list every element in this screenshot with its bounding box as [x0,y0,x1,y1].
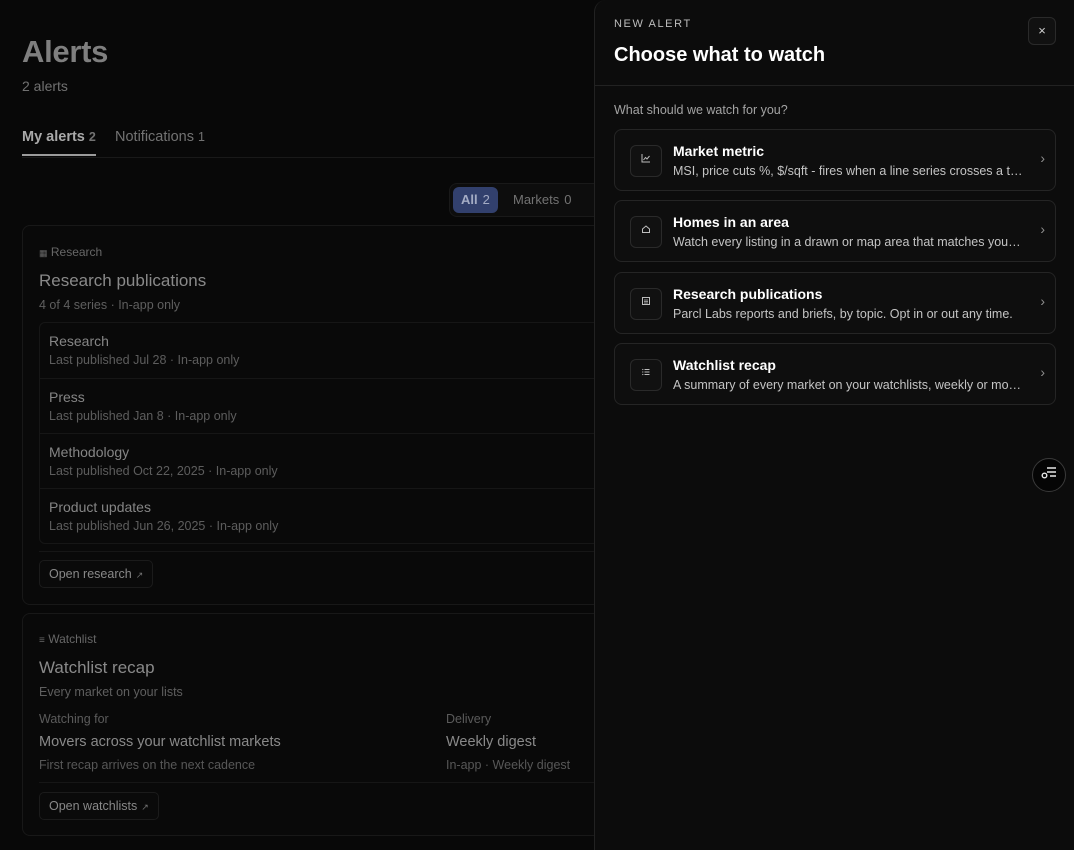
newspaper-icon [630,288,662,320]
chevron-right-icon: › [1040,150,1045,166]
option-description: Parcl Labs reports and briefs, by topic.… [673,307,1013,321]
option-title: Market metric [673,143,765,159]
option-title: Watchlist recap [673,357,776,373]
option-market-metric[interactable]: Market metric MSI, price cuts %, $/sqft … [614,129,1056,191]
filter-list-icon[interactable] [1032,458,1066,492]
panel-prompt: What should we watch for you? [614,103,788,117]
chart-icon [630,145,662,177]
option-watchlist-recap[interactable]: Watchlist recap A summary of every marke… [614,343,1056,405]
option-title: Homes in an area [673,214,789,230]
list-icon [630,359,662,391]
panel-title: Choose what to watch [614,44,826,66]
chevron-right-icon: › [1040,364,1045,380]
panel-divider [595,85,1074,86]
option-description: MSI, price cuts %, $/sqft - fires when a… [673,164,1023,178]
new-alert-panel: NEW ALERT Choose what to watch × What sh… [594,0,1074,850]
option-description: A summary of every market on your watchl… [673,378,1023,392]
option-homes-in-area[interactable]: Homes in an area Watch every listing in … [614,200,1056,262]
home-icon [630,216,662,248]
chevron-right-icon: › [1040,221,1045,237]
option-research-publications[interactable]: Research publications Parcl Labs reports… [614,272,1056,334]
panel-kicker: NEW ALERT [614,18,692,30]
close-icon[interactable]: × [1028,17,1056,45]
chevron-right-icon: › [1040,293,1045,309]
option-title: Research publications [673,286,823,302]
option-description: Watch every listing in a drawn or map ar… [673,235,1023,249]
